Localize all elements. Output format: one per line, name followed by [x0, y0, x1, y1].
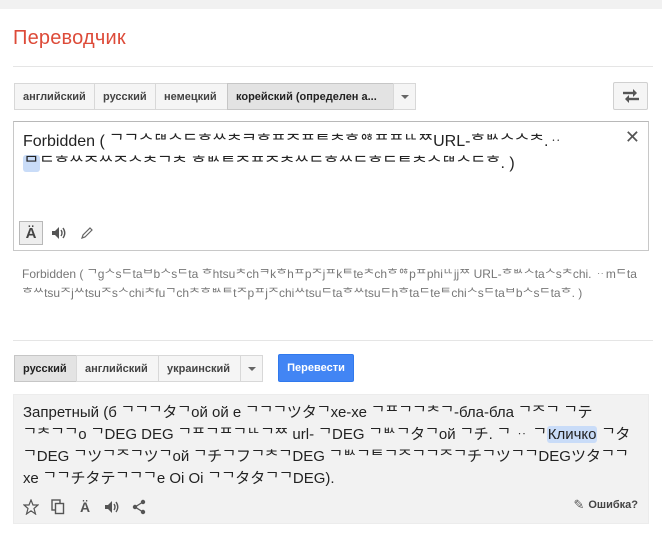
- source-transliteration: Forbidden ( ᄀgᄉsᄃtaᄇbᄉsᄃta ᄒhtsuᄎchᄏkᄒhᄑ…: [22, 267, 637, 300]
- pencil-icon: ✎: [573, 497, 585, 512]
- swap-languages-button[interactable]: [613, 82, 648, 110]
- share-icon[interactable]: [130, 498, 148, 516]
- target-language-bar: русский английский украинский: [14, 355, 263, 382]
- source-text-highlight: ᄆ: [23, 155, 40, 172]
- source-toolbar: Ä: [19, 221, 103, 245]
- target-lang-english[interactable]: английский: [76, 355, 158, 382]
- swap-languages-icon: [622, 89, 639, 103]
- top-strip: [0, 0, 662, 9]
- translation-text-part-1: Запретный (б ᄀᄀᄀタᄀой ой е ᄀᄀᄀツタᄀхе-хе ᄀᄑ…: [23, 404, 593, 443]
- clear-source-button[interactable]: ✕: [625, 128, 640, 146]
- target-lang-ukrainian[interactable]: украинский: [158, 355, 240, 382]
- divider: [13, 340, 653, 341]
- translate-button[interactable]: Перевести: [278, 354, 354, 382]
- result-toolbar: Ä: [22, 498, 157, 516]
- pencil-icon[interactable]: [75, 221, 99, 245]
- translation-text-highlight[interactable]: Кличко: [546, 426, 598, 443]
- source-lang-german[interactable]: немецкий: [155, 83, 227, 110]
- source-lang-russian[interactable]: русский: [94, 83, 155, 110]
- speaker-icon[interactable]: [47, 221, 71, 245]
- source-text[interactable]: Forbidden ( ᄀᄀᄉᄃᄇᄉᄃᄒᄊᄎᄏᄒᄑᄌᄑᄐᄎᄒᄋᄒᄑᄑᄔᄍURL-…: [23, 131, 613, 175]
- speaker-icon[interactable]: [103, 498, 121, 516]
- translation-result-area: Запретный (б ᄀᄀᄀタᄀой ой е ᄀᄀᄀツタᄀхе-хе ᄀᄑ…: [13, 394, 649, 524]
- target-lang-russian[interactable]: русский: [14, 355, 76, 382]
- source-lang-english[interactable]: английский: [14, 83, 94, 110]
- source-lang-dropdown[interactable]: [393, 83, 416, 110]
- source-text-part-2: ᄃᄒᄊᄌᄊᄌᄉᄎᄀᄎ ᄒᄡᄐᄌᄑᄌᄎᄊᄃᄒᄊᄃᄒᄃᄐᄎᄉᄃᄇᄉᄃᄒ. ): [39, 155, 515, 172]
- chevron-down-icon: [247, 366, 256, 371]
- divider: [13, 66, 653, 67]
- feedback-label: Ошибка?: [588, 499, 638, 511]
- source-text-part-1: Forbidden ( ᄀᄀᄉᄃᄇᄉᄃᄒᄊᄎᄏᄒᄑᄌᄑᄐᄎᄒᄋᄒᄑᄑᄔᄍURL-…: [23, 133, 564, 150]
- star-icon[interactable]: [22, 498, 40, 516]
- translation-text[interactable]: Запретный (б ᄀᄀᄀタᄀой ой е ᄀᄀᄀツタᄀхе-хе ᄀᄑ…: [23, 402, 641, 490]
- app-title: Переводчик: [13, 27, 126, 49]
- transliteration-icon[interactable]: Ä: [19, 221, 43, 245]
- copy-icon[interactable]: [49, 498, 67, 516]
- chevron-down-icon: [400, 94, 409, 99]
- transliteration-icon[interactable]: Ä: [76, 498, 94, 516]
- feedback-link[interactable]: ✎ Ошибка?: [573, 497, 638, 513]
- source-language-bar: английский русский немецкий корейский (о…: [14, 83, 416, 110]
- target-lang-dropdown[interactable]: [240, 355, 263, 382]
- source-lang-korean-detected[interactable]: корейский (определен а...: [227, 83, 393, 110]
- source-text-area[interactable]: Forbidden ( ᄀᄀᄉᄃᄇᄉᄃᄒᄊᄎᄏᄒᄑᄌᄑᄐᄎᄒᄋᄒᄑᄑᄔᄍURL-…: [13, 121, 649, 251]
